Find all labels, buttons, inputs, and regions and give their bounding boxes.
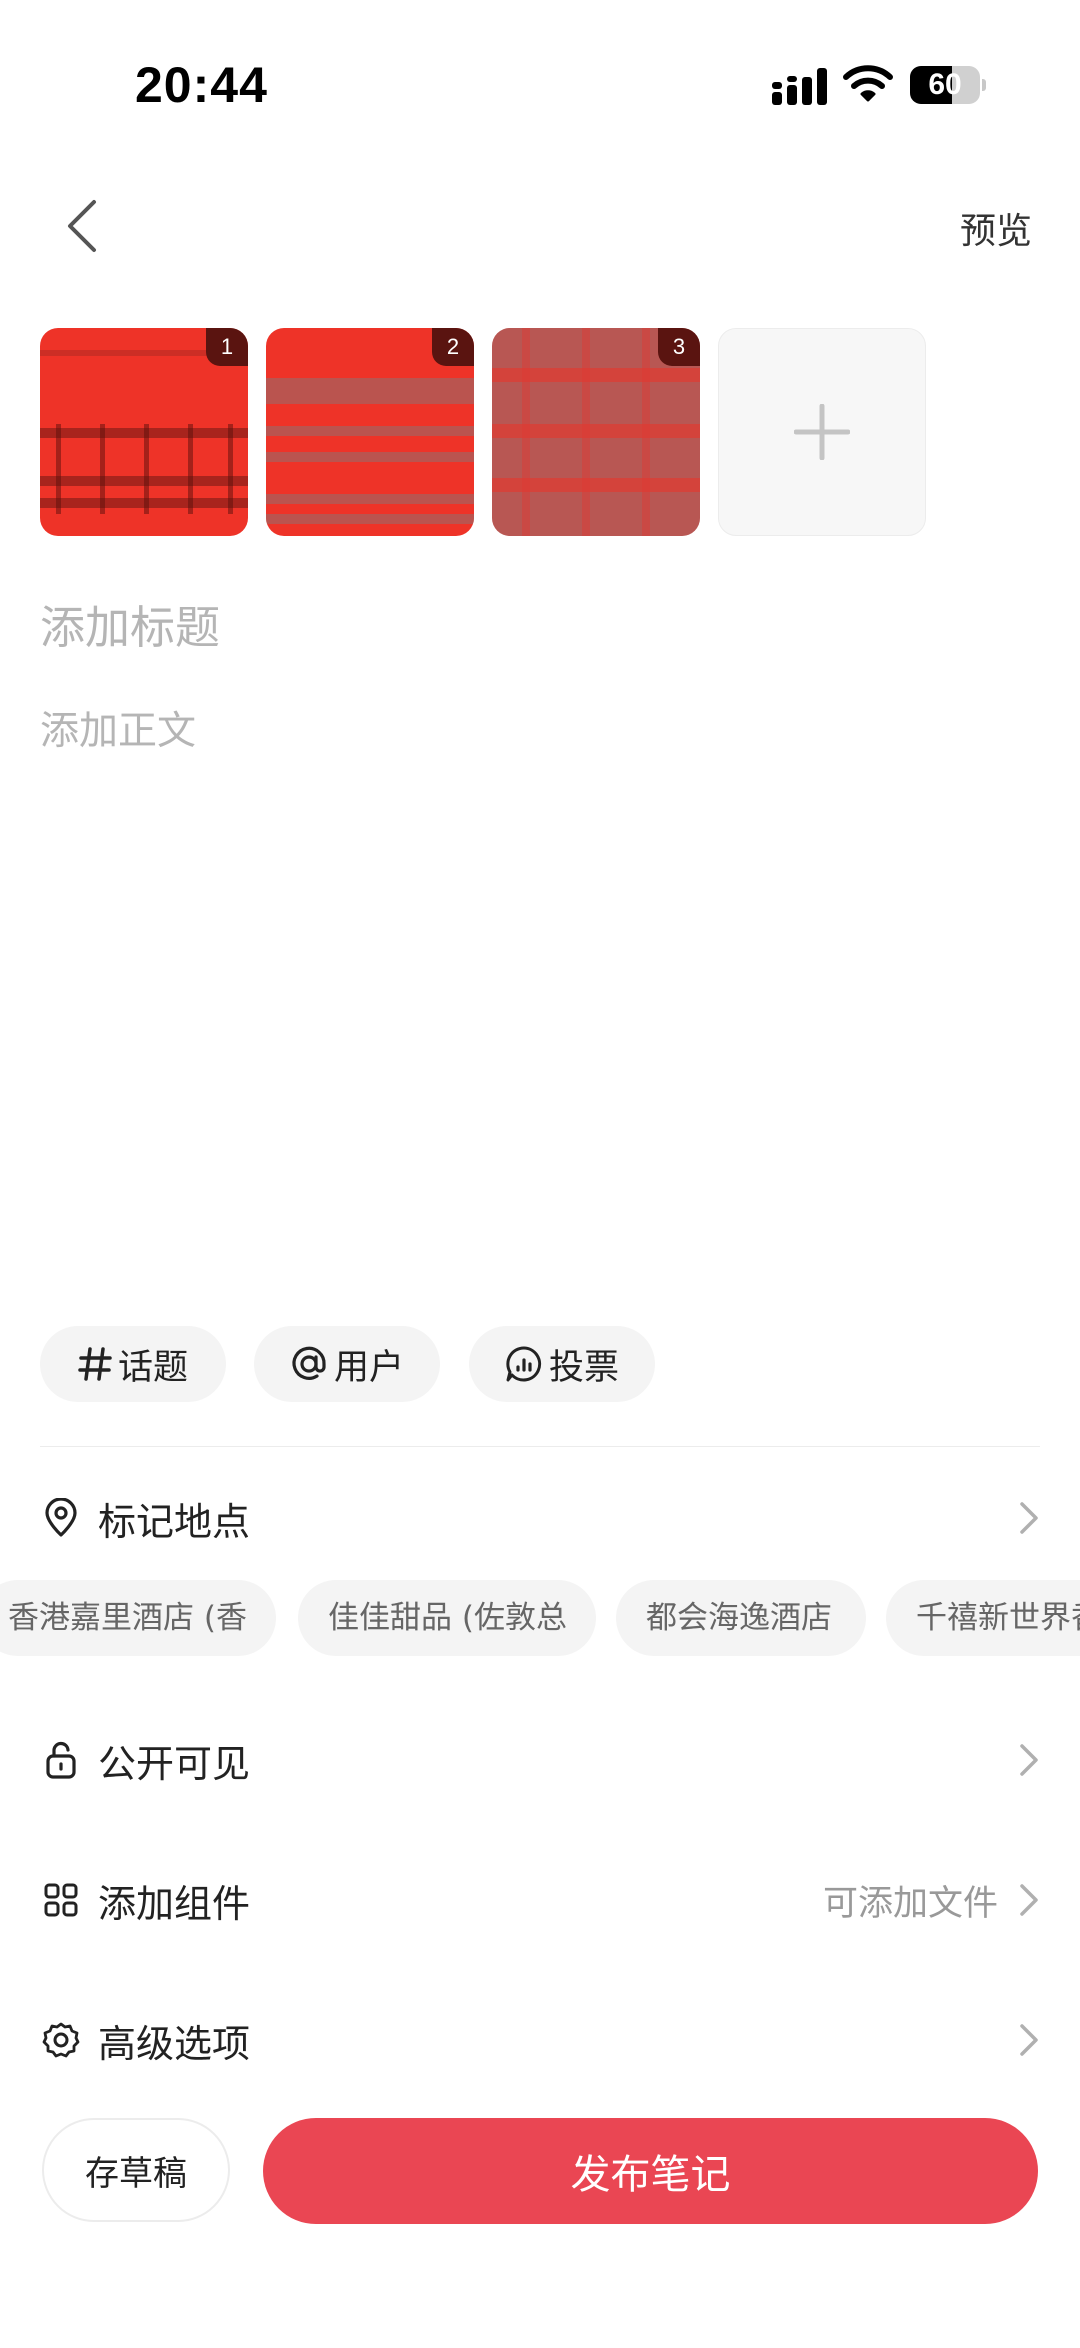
chevron-right-icon bbox=[1012, 2020, 1040, 2060]
publish-button[interactable]: 发布笔记 bbox=[263, 2118, 1038, 2224]
components-row[interactable]: 添加组件 可添加文件 bbox=[40, 1860, 1040, 1940]
gear-icon bbox=[40, 2019, 82, 2061]
topic-chip[interactable]: 话题 bbox=[40, 1326, 226, 1402]
visibility-row[interactable]: 公开可见 bbox=[40, 1720, 1040, 1800]
location-suggestions: 香港嘉里酒店 (香 佳佳甜品 (佐敦总 都会海逸酒店 千禧新世界香 bbox=[0, 1580, 1080, 1656]
location-pin-icon bbox=[40, 1497, 82, 1539]
save-draft-button[interactable]: 存草稿 bbox=[42, 2118, 230, 2222]
vote-icon bbox=[505, 1345, 543, 1383]
body-input[interactable] bbox=[40, 700, 1020, 1240]
location-suggestion[interactable]: 都会海逸酒店 bbox=[616, 1580, 866, 1656]
wifi-icon bbox=[843, 64, 893, 106]
image-thumbnail-3[interactable]: 3 bbox=[492, 328, 700, 536]
chevron-right-icon bbox=[1012, 1498, 1040, 1538]
topic-chip-label: 话题 bbox=[117, 1347, 188, 1388]
status-bar: 20:44 60 bbox=[0, 0, 1080, 130]
grid-icon bbox=[40, 1879, 82, 1921]
note-editor-page: 20:44 60 预览 1 2 3 添加标题 添加正文 话题 用户 投票 标记地… bbox=[0, 0, 1080, 2348]
add-image-button[interactable] bbox=[718, 328, 926, 536]
plus-icon bbox=[794, 404, 850, 460]
visibility-label: 公开可见 bbox=[98, 1741, 251, 1786]
user-chip[interactable]: 用户 bbox=[254, 1326, 440, 1402]
components-value: 可添加文件 bbox=[822, 1883, 998, 1924]
location-suggestion[interactable]: 千禧新世界香 bbox=[886, 1580, 1080, 1656]
preview-button[interactable]: 预览 bbox=[960, 202, 1032, 254]
status-time: 20:44 bbox=[135, 57, 268, 113]
thumbnail-badge: 3 bbox=[658, 328, 700, 366]
location-row[interactable]: 标记地点 bbox=[40, 1478, 1040, 1558]
location-suggestion[interactable]: 香港嘉里酒店 (香 bbox=[0, 1580, 276, 1656]
lock-icon bbox=[40, 1739, 82, 1781]
battery-icon: 60 bbox=[910, 66, 986, 104]
thumbnail-badge: 1 bbox=[206, 328, 248, 366]
signal-icon bbox=[772, 68, 828, 110]
hash-icon bbox=[78, 1346, 112, 1382]
image-thumbnail-2[interactable]: 2 bbox=[266, 328, 474, 536]
chevron-right-icon bbox=[1012, 1880, 1040, 1920]
divider bbox=[40, 1446, 1040, 1447]
vote-chip[interactable]: 投票 bbox=[469, 1326, 655, 1402]
title-input[interactable] bbox=[40, 592, 1020, 662]
image-thumbnail-1[interactable]: 1 bbox=[40, 328, 248, 536]
battery-level: 60 bbox=[928, 68, 962, 101]
location-label: 标记地点 bbox=[98, 1499, 251, 1544]
chevron-right-icon bbox=[1012, 1740, 1040, 1780]
advanced-label: 高级选项 bbox=[98, 2021, 251, 2066]
vote-chip-label: 投票 bbox=[548, 1347, 619, 1388]
back-button[interactable] bbox=[60, 196, 104, 256]
user-chip-label: 用户 bbox=[333, 1347, 404, 1388]
chevron-left-icon bbox=[68, 200, 96, 252]
location-suggestion[interactable]: 佳佳甜品 (佐敦总 bbox=[298, 1580, 596, 1656]
components-label: 添加组件 bbox=[98, 1881, 251, 1926]
thumbnail-badge: 2 bbox=[432, 328, 474, 366]
advanced-row[interactable]: 高级选项 bbox=[40, 2000, 1040, 2080]
at-icon bbox=[290, 1345, 328, 1383]
